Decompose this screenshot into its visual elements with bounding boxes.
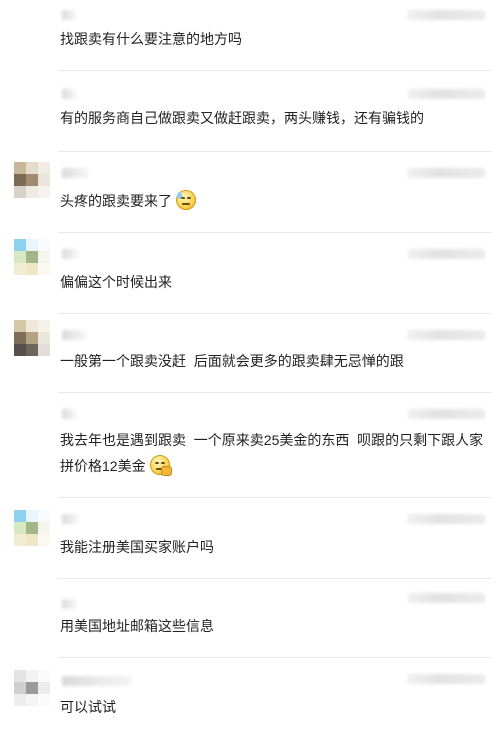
- comment-meta-blurred: [407, 674, 485, 684]
- comment-item: 头疼的跟卖要来了: [0, 152, 499, 232]
- comment-feed: 找跟卖有什么要注意的地方吗 有的服务商自己做跟卖又做赶跟卖，两头赚钱，还有骗钱的…: [0, 0, 499, 739]
- avatar-pixel: [14, 251, 26, 263]
- comment-text: 我去年也是遇到跟卖 一个原来卖25美金的东西 呗跟的只剩下跟人家拼价格12美金: [60, 427, 490, 479]
- avatar-pixel: [26, 251, 38, 263]
- comment-meta-blurred: [407, 409, 485, 419]
- avatar[interactable]: [14, 670, 50, 706]
- comment-text: 可以试试: [60, 699, 116, 715]
- avatar-pixel: [14, 332, 26, 344]
- avatar-pixel: [26, 263, 38, 275]
- username-blurred[interactable]: [62, 409, 76, 419]
- avatar-pixel: [26, 186, 38, 198]
- avatar-pixel: [26, 344, 38, 356]
- avatar-pixel: [14, 263, 26, 275]
- avatar[interactable]: [14, 320, 50, 356]
- avatar-pixel: [26, 174, 38, 186]
- avatar-pixel: [14, 694, 26, 706]
- avatar-pixel: [26, 534, 38, 546]
- avatar-pixel: [38, 251, 50, 263]
- avatar[interactable]: [14, 162, 50, 198]
- username-blurred[interactable]: [62, 330, 86, 340]
- comment-text: 我能注册美国买家账户吗: [60, 539, 214, 555]
- avatar-pixel: [14, 239, 26, 251]
- avatar-pixel: [14, 174, 26, 186]
- comment-text-content: 头疼的跟卖要来了: [60, 193, 172, 209]
- avatar-pixel: [14, 682, 26, 694]
- comment-item: 一般第一个跟卖没赶 后面就会更多的跟卖肆无忌惮的跟: [0, 314, 499, 392]
- avatar-pixel: [26, 320, 38, 332]
- avatar-pixel: [14, 344, 26, 356]
- avatar-pixel: [26, 522, 38, 534]
- comment-meta-blurred: [407, 249, 485, 259]
- username-blurred[interactable]: [62, 249, 78, 259]
- username-blurred[interactable]: [62, 514, 78, 524]
- comment-meta-blurred: [407, 89, 485, 99]
- avatar-pixel: [38, 694, 50, 706]
- comment-meta-blurred: [407, 514, 485, 524]
- comment-text: 偏偏这个时候出来: [60, 274, 172, 290]
- comment-item: 找跟卖有什么要注意的地方吗: [0, 0, 499, 70]
- facepalm-icon: [149, 455, 172, 476]
- comment-text: 找跟卖有什么要注意的地方吗: [60, 31, 242, 47]
- comment-meta-blurred: [407, 168, 485, 178]
- comment-item: 我能注册美国买家账户吗: [0, 498, 499, 578]
- avatar-pixel: [38, 320, 50, 332]
- avatar-pixel: [38, 682, 50, 694]
- username-blurred[interactable]: [62, 89, 76, 99]
- avatar-pixel: [26, 510, 38, 522]
- avatar-pixel: [38, 162, 50, 174]
- avatar[interactable]: [14, 239, 50, 275]
- username-blurred[interactable]: [62, 10, 76, 20]
- avatar-pixel: [26, 682, 38, 694]
- avatar-pixel: [26, 332, 38, 344]
- avatar-pixel: [26, 670, 38, 682]
- avatar-pixel: [14, 534, 26, 546]
- comment-text: 头疼的跟卖要来了: [60, 188, 490, 214]
- comment-text: 用美国地址邮箱这些信息: [60, 618, 214, 634]
- avatar-pixel: [38, 332, 50, 344]
- avatar-pixel: [14, 670, 26, 682]
- avatar-pixel: [38, 510, 50, 522]
- avatar-pixel: [14, 186, 26, 198]
- comment-item: 用美国地址邮箱这些信息: [0, 579, 499, 657]
- comment-text-content: 我去年也是遇到跟卖 一个原来卖25美金的东西 呗跟的只剩下跟人家拼价格12美金: [60, 432, 484, 474]
- comment-item: 可以试试: [0, 658, 499, 739]
- avatar-pixel: [26, 162, 38, 174]
- avatar[interactable]: [14, 510, 50, 546]
- comment-meta-blurred: [407, 593, 485, 603]
- username-blurred[interactable]: [62, 168, 88, 178]
- comment-text: 一般第一个跟卖没赶 后面就会更多的跟卖肆无忌惮的跟: [60, 353, 404, 369]
- avatar-pixel: [14, 522, 26, 534]
- comment-meta-blurred: [407, 330, 485, 340]
- avatar-pixel: [14, 320, 26, 332]
- avatar-pixel: [14, 510, 26, 522]
- avatar-pixel: [26, 239, 38, 251]
- avatar-pixel: [38, 670, 50, 682]
- avatar-pixel: [14, 162, 26, 174]
- avatar-pixel: [38, 522, 50, 534]
- avatar-pixel: [38, 239, 50, 251]
- comment-meta-blurred: [407, 10, 485, 20]
- username-blurred[interactable]: [62, 676, 132, 686]
- avatar-pixel: [38, 344, 50, 356]
- avatar-pixel: [38, 263, 50, 275]
- comment-text: 有的服务商自己做跟卖又做赶跟卖，两头赚钱，还有骗钱的: [60, 110, 424, 126]
- avatar-pixel: [38, 186, 50, 198]
- comment-item: 偏偏这个时候出来: [0, 233, 499, 313]
- avatar-pixel: [38, 174, 50, 186]
- sweat-face-icon: [176, 190, 196, 210]
- comment-item: 我去年也是遇到跟卖 一个原来卖25美金的东西 呗跟的只剩下跟人家拼价格12美金: [0, 393, 499, 497]
- avatar-pixel: [26, 694, 38, 706]
- avatar-pixel: [38, 534, 50, 546]
- comment-item: 有的服务商自己做跟卖又做赶跟卖，两头赚钱，还有骗钱的: [0, 71, 499, 151]
- username-blurred[interactable]: [62, 599, 76, 609]
